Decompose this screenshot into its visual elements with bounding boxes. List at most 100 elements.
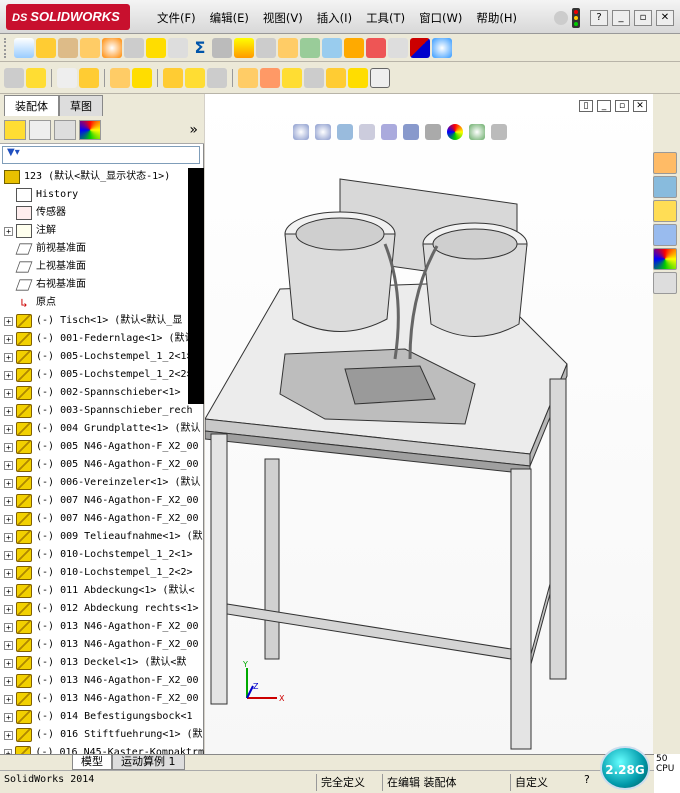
tree-component[interactable]: + (-) 013 N46-Agathon-F_X2_00 [0,618,204,636]
tree-component[interactable]: + (-) 007 N46-Agathon-F_X2_00 [0,510,204,528]
expand-toggle[interactable]: + [4,550,13,560]
tree-component[interactable]: + (-) 006-Vereinzeler<1> (默认 [0,474,204,492]
tree-front-plane[interactable]: 前视基准面 [0,240,204,258]
tree-component[interactable]: + (-) 005-Lochstempel_1_2<1> [0,348,204,366]
assembly-features-icon[interactable] [185,67,205,88]
tree-component[interactable]: + (-) 014 Befestigungsbock<1 [0,708,204,726]
pin-icon[interactable] [554,11,568,25]
tree-root[interactable]: 123 (默认<默认_显示状态-1>) [0,168,204,186]
property-manager-icon[interactable] [29,119,51,140]
tree-component[interactable]: + (-) 003-Spannschieber_rech [0,402,204,420]
solidworks-resources-icon[interactable] [653,152,677,174]
insert-component-icon[interactable] [26,67,46,88]
tree-component[interactable]: + (-) 009 Telieaufnahme<1> (默 [0,528,204,546]
solidworks-logo[interactable]: DS SOLIDWORKS [6,4,130,30]
properties-icon[interactable] [370,67,390,88]
lock-icon[interactable] [124,37,144,58]
fastener-icon[interactable] [238,67,258,88]
check-dropdown-icon[interactable] [300,37,320,58]
expand-toggle[interactable]: + [4,334,13,344]
tree-component[interactable]: + (-) 011 Abdeckung<1> (默认< [0,582,204,600]
spellcheck-icon[interactable] [14,37,34,58]
help-icon[interactable]: ? [590,10,608,26]
expand-chevron-icon[interactable]: » [189,122,198,138]
check-disabled-icon[interactable] [168,37,188,58]
tree-history[interactable]: History [0,186,204,204]
menu-help[interactable]: 帮助(H) [469,10,524,26]
expand-toggle[interactable]: + [4,514,13,524]
warning-icon[interactable] [234,37,254,58]
edit-component-icon[interactable] [36,37,56,58]
cube-icon[interactable] [4,67,24,88]
measure-icon[interactable] [80,37,100,58]
tree-origin[interactable]: ↳ 原点 [0,294,204,312]
file-explorer-icon[interactable] [653,200,677,222]
filter-input[interactable]: ▼▾ [2,146,200,164]
toolbar-grip[interactable] [4,37,8,58]
tree-component[interactable]: + (-) 013 Deckel<1> (默认<默 [0,654,204,672]
tree-component[interactable]: + (-) 016 N45-Kaster-Kompaktrm [0,744,204,754]
minimize-button[interactable]: _ [612,10,630,26]
view-palette-icon[interactable] [653,224,677,246]
expand-toggle[interactable]: + [4,226,13,236]
expand-toggle[interactable]: + [4,496,13,506]
tree-scrollbar[interactable] [188,168,204,404]
bill-of-materials-icon[interactable] [282,67,302,88]
tree-component[interactable]: + (-) 005 N46-Agathon-F_X2_00 [0,456,204,474]
tree-sensors[interactable]: 传感器 [0,204,204,222]
tree-right-plane[interactable]: 右视基准面 [0,276,204,294]
tab-motion-study[interactable]: 运动算例 1 [112,755,185,770]
expand-toggle[interactable]: + [4,622,13,632]
settings-icon[interactable] [388,37,408,58]
assembly-model[interactable] [205,94,653,754]
tree-component[interactable]: + (-) 004 Grundplatte<1> (默认 [0,420,204,438]
split-icon[interactable] [256,37,276,58]
expand-toggle[interactable]: + [4,478,13,488]
expand-toggle[interactable]: + [4,676,13,686]
ruler-icon[interactable] [326,67,346,88]
menu-insert[interactable]: 插入(I) [310,10,359,26]
sigma-icon[interactable]: Σ [190,38,210,58]
expand-toggle[interactable]: + [4,712,13,722]
tree-component[interactable]: + (-) 010-Lochstempel_1_2<2> [0,564,204,582]
tree-component[interactable]: + (-) Tisch<1> (默认<默认_显 [0,312,204,330]
tree-component[interactable]: + (-) 001-Federnlage<1> (默认 [0,330,204,348]
expand-toggle[interactable]: + [4,532,13,542]
expand-toggle[interactable]: + [4,424,13,434]
tree-component[interactable]: + (-) 007 N46-Agathon-F_X2_00 [0,492,204,510]
expand-toggle[interactable]: + [4,604,13,614]
expand-toggle[interactable]: + [4,658,13,668]
snapshot-icon[interactable] [348,67,368,88]
reference-geometry-icon[interactable] [207,67,227,88]
color-swap-icon[interactable] [410,37,430,58]
interference-icon[interactable] [278,37,298,58]
expand-toggle[interactable]: + [4,694,13,704]
tab-sketch[interactable]: 草图 [59,95,103,116]
expand-toggle[interactable]: + [4,352,13,362]
tree-component[interactable]: + (-) 013 N46-Agathon-F_X2_00 [0,690,204,708]
move-component-icon[interactable] [132,67,152,88]
mate-icon[interactable] [212,37,232,58]
tab-assembly[interactable]: 装配体 [4,95,59,116]
menu-window[interactable]: 窗口(W) [412,10,469,26]
tree-component[interactable]: + (-) 016 Stiftfuehrung<1> (默 [0,726,204,744]
tree-component[interactable]: + (-) 013 N46-Agathon-F_X2_00 [0,672,204,690]
close-button[interactable]: ✕ [656,10,674,26]
gauge-icon[interactable] [102,37,122,58]
instant3d-icon[interactable] [304,67,324,88]
menu-tools[interactable]: 工具(T) [359,10,412,26]
tree-component[interactable]: + (-) 013 N46-Agathon-F_X2_00 [0,636,204,654]
expand-toggle[interactable]: + [4,730,13,740]
statistics-icon[interactable] [322,37,342,58]
pattern-icon[interactable] [79,67,99,88]
expand-toggle[interactable]: + [4,388,13,398]
expand-toggle[interactable]: + [4,442,13,452]
tree-component[interactable]: + (-) 005 N46-Agathon-F_X2_00 [0,438,204,456]
simulation-icon[interactable] [366,37,386,58]
tree-top-plane[interactable]: 上视基准面 [0,258,204,276]
tree-annotations[interactable]: + 注解 [0,222,204,240]
restore-button[interactable]: ▫ [634,10,652,26]
balance-icon[interactable] [58,37,78,58]
performance-meter[interactable]: 2.28G [600,746,650,790]
sketch-icon[interactable] [110,67,130,88]
